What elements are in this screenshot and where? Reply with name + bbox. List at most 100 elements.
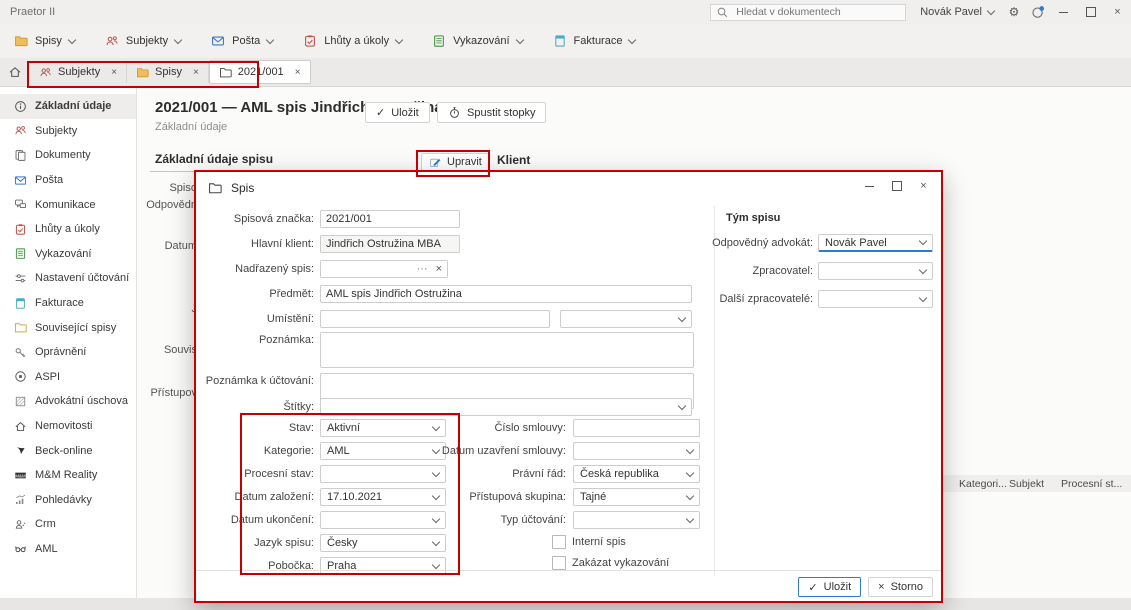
menu-lhuty-a-ukoly[interactable]: Lhůty a úkoly bbox=[303, 34, 402, 48]
dialog-minimize-button[interactable] bbox=[856, 176, 883, 196]
sidebar-item-nastaveni-uctovani[interactable]: Nastavení účtování bbox=[0, 266, 136, 291]
predmet-input[interactable] bbox=[320, 285, 692, 303]
dialog-close-button[interactable]: × bbox=[910, 176, 937, 196]
table-header-procesni-stav[interactable]: Procesní st... bbox=[1061, 478, 1122, 490]
sidebar-item-label: AML bbox=[35, 543, 58, 555]
sidebar-item-zakladni-udaje[interactable]: Základní údaje bbox=[0, 94, 136, 119]
chevron-down-icon bbox=[987, 6, 995, 14]
ellipsis-picker-icon[interactable]: ··· bbox=[417, 263, 428, 275]
mm-reality-icon: M&M bbox=[14, 469, 27, 482]
dalsi-zpracovatele-label: Další zpracovatelé: bbox=[701, 293, 813, 305]
sidebar-item-crm[interactable]: Crm bbox=[0, 512, 136, 537]
sidebar-item-aml[interactable]: AML bbox=[0, 537, 136, 562]
umisteni-input[interactable] bbox=[320, 310, 550, 328]
search-input[interactable] bbox=[734, 5, 900, 19]
mail-icon bbox=[211, 34, 225, 48]
edit-button[interactable]: Upravit bbox=[421, 153, 490, 171]
sidebar-item-subjekty[interactable]: Subjekty bbox=[0, 119, 136, 144]
sidebar-item-label: M&M Reality bbox=[35, 469, 97, 481]
user-menu[interactable]: Novák Pavel bbox=[920, 6, 994, 18]
pristupova-skupina-select[interactable]: Tajné bbox=[573, 488, 700, 506]
table-header-subjekt[interactable]: Subjekt bbox=[1009, 478, 1061, 490]
menu-spisy[interactable]: Spisy bbox=[14, 34, 75, 48]
zpracovatel-label: Zpracovatel: bbox=[701, 265, 813, 277]
tab-subjekty[interactable]: Subjekty × bbox=[30, 61, 127, 83]
nadrazeny-spis-input[interactable]: ··· × bbox=[320, 260, 448, 278]
stopwatch-icon bbox=[448, 106, 461, 119]
dalsi-zpracovatele-select[interactable] bbox=[818, 290, 933, 308]
edit-icon bbox=[429, 156, 442, 169]
sidebar: Základní údaje Subjekty Dokumenty Pošta … bbox=[0, 87, 137, 598]
settings-button[interactable]: ⚙ bbox=[1002, 5, 1026, 19]
stitky-select[interactable] bbox=[320, 398, 692, 416]
datum-uzavreni-smlouvy-select[interactable] bbox=[573, 442, 700, 460]
sidebar-item-mm-reality[interactable]: M&M M&M Reality bbox=[0, 463, 136, 488]
tab-2021-001[interactable]: 2021/001 × bbox=[209, 60, 311, 84]
umisteni-value[interactable] bbox=[326, 313, 544, 325]
dialog-save-button[interactable]: ✓ Uložit bbox=[798, 577, 861, 597]
sidebar-item-nemovitosti[interactable]: Nemovitosti bbox=[0, 414, 136, 439]
clear-icon[interactable]: × bbox=[436, 263, 442, 275]
spisova-znacka-value[interactable] bbox=[326, 213, 454, 225]
close-icon: × bbox=[1114, 6, 1120, 18]
dialog-maximize-button[interactable] bbox=[883, 176, 910, 196]
dialog-cancel-button[interactable]: × Storno bbox=[868, 577, 933, 597]
sidebar-item-dokumenty[interactable]: Dokumenty bbox=[0, 143, 136, 168]
help-button[interactable] bbox=[1026, 5, 1050, 19]
folder-icon bbox=[136, 66, 149, 79]
pravni-rad-select[interactable]: Česká republika bbox=[573, 465, 700, 483]
zpracovatel-select[interactable] bbox=[818, 262, 933, 280]
chat-icon bbox=[14, 198, 27, 211]
interni-spis-label: Interní spis bbox=[572, 536, 626, 548]
maximize-button[interactable] bbox=[1077, 0, 1104, 24]
close-button[interactable]: × bbox=[1104, 0, 1131, 24]
spisova-znacka-input[interactable] bbox=[320, 210, 460, 228]
predmet-value[interactable] bbox=[326, 288, 686, 300]
odpovedny-advokat-select[interactable]: Novák Pavel bbox=[818, 234, 933, 252]
sidebar-item-pohledavky[interactable]: Pohledávky bbox=[0, 488, 136, 513]
home-button[interactable] bbox=[0, 65, 30, 79]
cislo-smlouvy-value[interactable] bbox=[579, 422, 694, 434]
hlavni-klient-value[interactable] bbox=[326, 238, 454, 250]
minimize-button[interactable] bbox=[1050, 0, 1077, 24]
maximize-icon bbox=[1086, 7, 1096, 17]
start-stopwatch-button[interactable]: Spustit stopky bbox=[437, 102, 546, 123]
sidebar-item-aspi[interactable]: ASPI bbox=[0, 365, 136, 390]
menu-posta[interactable]: Pošta bbox=[211, 34, 273, 48]
home-icon bbox=[8, 65, 22, 79]
datum-zalozeni-label: Datum založení: bbox=[200, 491, 314, 503]
jazyk-spisu-select[interactable]: Česky bbox=[320, 534, 446, 552]
typ-uctovani-select[interactable] bbox=[573, 511, 700, 529]
search-box[interactable] bbox=[710, 4, 906, 21]
menu-subjekty[interactable]: Subjekty bbox=[105, 34, 181, 48]
house-icon bbox=[14, 420, 27, 433]
sidebar-item-lhuty-a-ukoly[interactable]: Lhůty a úkoly bbox=[0, 217, 136, 242]
close-tab-icon[interactable]: × bbox=[193, 67, 199, 78]
team-divider bbox=[714, 206, 715, 576]
calendar-check-icon bbox=[303, 34, 317, 48]
svg-text:M&M: M&M bbox=[15, 473, 26, 478]
close-tab-icon[interactable]: × bbox=[295, 67, 301, 78]
table-header-kategorie[interactable]: Kategori... bbox=[959, 478, 1009, 490]
menu-fakturace[interactable]: Fakturace bbox=[553, 34, 636, 48]
cislo-smlouvy-input[interactable] bbox=[573, 419, 700, 437]
pobocka-select[interactable]: Praha bbox=[320, 557, 446, 575]
stav-value: Aktivní bbox=[327, 422, 360, 434]
sidebar-item-souvisejici-spisy[interactable]: Související spisy bbox=[0, 315, 136, 340]
hlavni-klient-input[interactable] bbox=[320, 235, 460, 253]
menu-vykazovani[interactable]: Vykazování bbox=[432, 34, 522, 48]
close-tab-icon[interactable]: × bbox=[111, 67, 117, 78]
poznamka-k-uctovani-label: Poznámka k účtování: bbox=[200, 375, 314, 387]
save-button[interactable]: ✓ Uložit bbox=[365, 102, 430, 123]
tab-label: Subjekty bbox=[58, 66, 100, 78]
sidebar-item-beck-online[interactable]: Beck-online bbox=[0, 438, 136, 463]
interni-spis-checkbox[interactable] bbox=[552, 535, 566, 549]
poznamka-textarea[interactable] bbox=[320, 332, 694, 368]
zakazat-vykazovani-checkbox[interactable] bbox=[552, 556, 566, 570]
umisteni-select[interactable] bbox=[560, 310, 692, 328]
pravni-rad-value: Česká republika bbox=[580, 468, 659, 480]
people-icon bbox=[105, 34, 119, 48]
tab-spisy[interactable]: Spisy × bbox=[127, 61, 209, 83]
tab-label: Spisy bbox=[155, 66, 182, 78]
sliders-icon bbox=[14, 272, 27, 285]
